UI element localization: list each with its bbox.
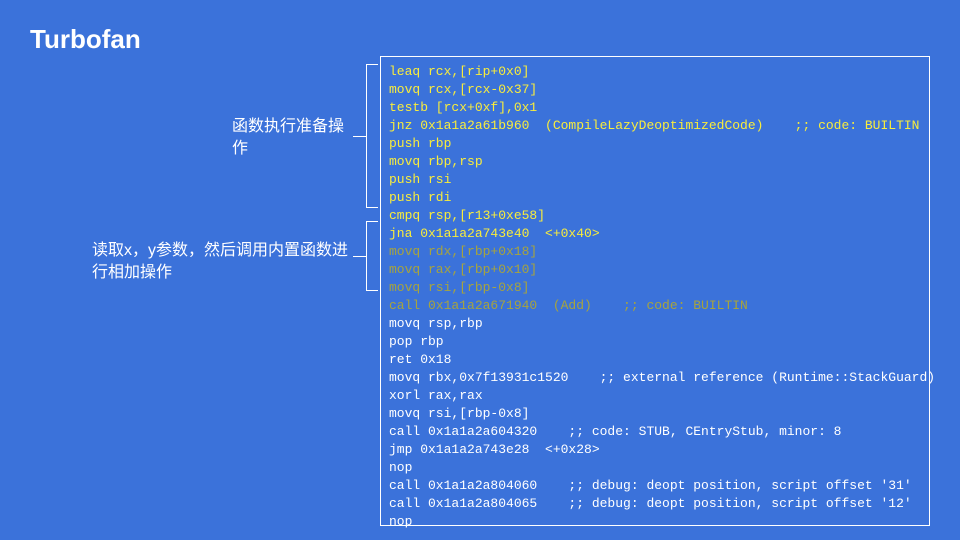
asm-line: jmp 0x1a1a2a743e28 <+0x28> [389, 441, 921, 459]
asm-line: movq rax,[rbp+0x10] [389, 261, 921, 279]
asm-line: testb [rcx+0xf],0x1 [389, 99, 921, 117]
asm-line: call 0x1a1a2a804060 ;; debug: deopt posi… [389, 477, 921, 495]
bracket-block1 [366, 64, 378, 208]
asm-line: ret 0x18 [389, 351, 921, 369]
asm-line: call 0x1a1a2a604320 ;; code: STUB, CEntr… [389, 423, 921, 441]
page-title: Turbofan [30, 24, 141, 55]
asm-line: jna 0x1a1a2a743e40 <+0x40> [389, 225, 921, 243]
annotation-read-params: 读取x，y参数，然后调用内置函数进行相加操作 [92, 240, 352, 284]
asm-line: movq rcx,[rcx-0x37] [389, 81, 921, 99]
asm-line: movq rbp,rsp [389, 153, 921, 171]
asm-line: movq rsi,[rbp-0x8] [389, 279, 921, 297]
asm-line: cmpq rsp,[r13+0xe58] [389, 207, 921, 225]
assembly-listing: leaq rcx,[rip+0x0] movq rcx,[rcx-0x37] t… [380, 56, 930, 526]
bracket-block2 [366, 221, 378, 291]
asm-line: movq rsp,rbp [389, 315, 921, 333]
annotation-function-prep: 函数执行准备操作 [232, 116, 352, 160]
asm-line: nop [389, 513, 921, 531]
asm-line: push rbp [389, 135, 921, 153]
asm-line: leaq rcx,[rip+0x0] [389, 63, 921, 81]
asm-line: call 0x1a1a2a804065 ;; debug: deopt posi… [389, 495, 921, 513]
asm-line: jnz 0x1a1a2a61b960 (CompileLazyDeoptimiz… [389, 117, 921, 135]
asm-line: push rdi [389, 189, 921, 207]
asm-line: push rsi [389, 171, 921, 189]
asm-line: movq rsi,[rbp-0x8] [389, 405, 921, 423]
asm-line: movq rbx,0x7f13931c1520 ;; external refe… [389, 369, 921, 387]
asm-line: xorl rax,rax [389, 387, 921, 405]
asm-line: pop rbp [389, 333, 921, 351]
asm-line: call 0x1a1a2a671940 (Add) ;; code: BUILT… [389, 297, 921, 315]
asm-line: movq rdx,[rbp+0x18] [389, 243, 921, 261]
asm-line: nop [389, 459, 921, 477]
